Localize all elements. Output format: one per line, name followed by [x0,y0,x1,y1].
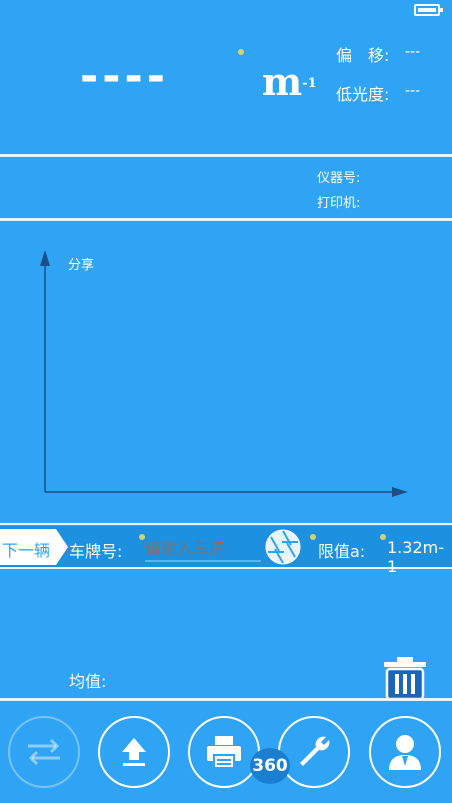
offset-label: 偏 移: [336,46,390,65]
camera-shutter-icon[interactable] [265,529,301,565]
switch-icon [28,738,60,766]
print-button[interactable] [188,716,260,788]
unit-text: m [262,59,303,104]
offset-value: --- [405,44,421,60]
printer-icon [207,736,241,769]
divider-bottom [0,698,452,701]
badge-360[interactable]: 360 [250,748,290,784]
limit-dot [310,534,316,540]
opacity-label: 低光度: [336,85,390,104]
switch-button[interactable] [8,716,80,788]
limit-value-dot [380,534,386,540]
divider-mid [0,218,452,221]
unit-sup: -1 [302,76,317,91]
vehicle-row-top [0,523,452,525]
limit-label: 限值a: [318,542,366,561]
next-vehicle-label: 下一辆 [2,541,51,560]
user-icon [389,735,421,770]
printer-label: 打印机: [317,196,361,211]
plate-label: 车牌号: [69,542,123,561]
divider-top [0,154,452,157]
reading-unit: m-1 [262,62,317,102]
upload-icon [122,738,146,766]
average-label: 均值: [69,672,107,691]
upload-button[interactable] [98,716,170,788]
wrench-icon [300,736,330,766]
x-axis-arrow [392,487,408,497]
indicator-dot [238,49,244,55]
opacity-value: --- [405,83,421,99]
trash-icon[interactable] [382,656,428,701]
reading-value: ---- [80,51,170,102]
instrument-label: 仪器号: [317,171,361,186]
y-axis-arrow [40,250,50,266]
limit-value: 1.32m-1 [387,538,444,576]
user-button[interactable] [369,716,441,788]
next-vehicle-button[interactable]: 下一辆 [0,529,70,565]
settings-button[interactable] [278,716,350,788]
plate-input[interactable] [145,536,261,562]
battery-icon [414,4,443,16]
vehicle-row-bottom [0,567,452,569]
chart-y-label: 分享 [68,258,95,273]
